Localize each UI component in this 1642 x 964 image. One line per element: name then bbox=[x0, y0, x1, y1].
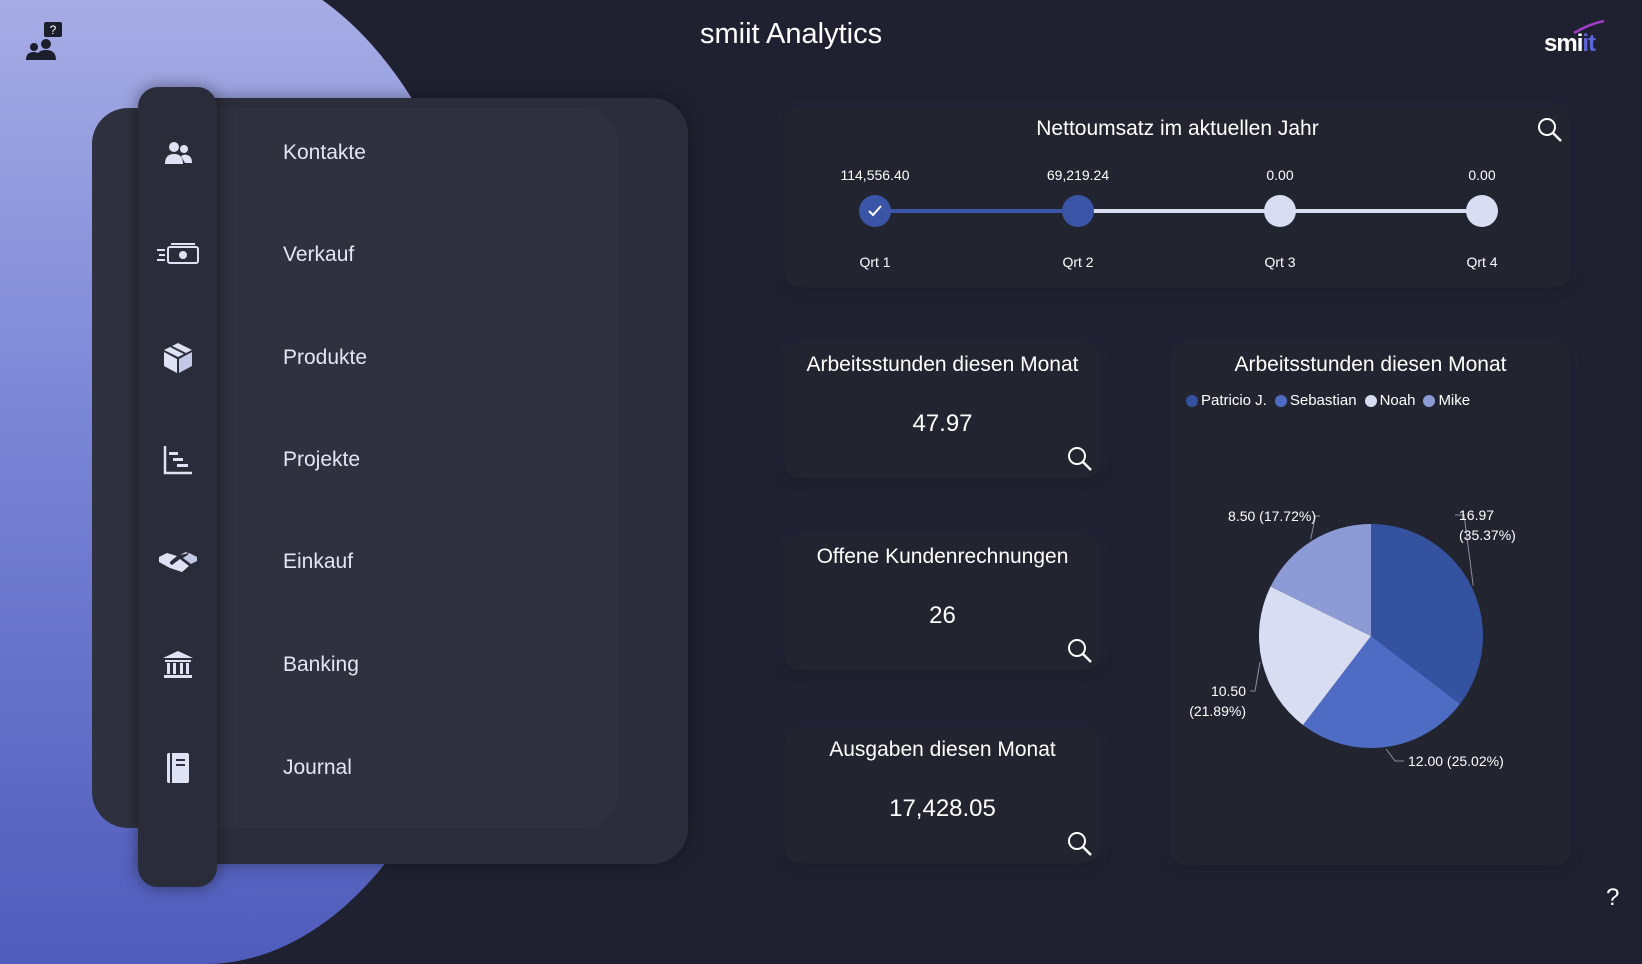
sidebar-item-produkte[interactable]: Produkte bbox=[138, 318, 618, 398]
legend-dot bbox=[1186, 394, 1198, 407]
search-icon[interactable] bbox=[1067, 446, 1093, 476]
sidebar-item-kontakte[interactable]: Kontakte bbox=[138, 113, 618, 193]
kpi-title: Offene Kundenrechnungen bbox=[816, 545, 1069, 568]
smiit-logo: smiit bbox=[1544, 20, 1614, 62]
pie-chart: 16.97 (35.37%) 12.00 (25.02%) 10.50 (21.89%)… bbox=[1189, 507, 1516, 769]
kpi-title: Arbeitsstunden diesen Monat bbox=[806, 353, 1079, 376]
sidebar-item-label: Banking bbox=[283, 653, 359, 676]
legend-dot bbox=[1364, 394, 1377, 407]
legend-dot bbox=[1274, 394, 1287, 407]
kpi-value: 26 bbox=[929, 602, 956, 629]
sidebar-item-banking[interactable]: Banking bbox=[138, 625, 618, 705]
quarter-value: 0.00 bbox=[1266, 167, 1294, 183]
money-icon bbox=[138, 242, 217, 268]
sidebar-item-label: Verkauf bbox=[283, 243, 355, 266]
legend-item[interactable]: Noah bbox=[1364, 392, 1415, 409]
pie-legend: Patricio J. Sebastian Noah Mike bbox=[1186, 392, 1470, 409]
user-help-icon[interactable]: ? bbox=[26, 20, 66, 66]
legend-item[interactable]: Patricio J. bbox=[1186, 392, 1267, 409]
quarter-label: Qrt 4 bbox=[1466, 254, 1498, 270]
quarter-label: Qrt 2 bbox=[1062, 254, 1094, 270]
quarter-step-pending[interactable] bbox=[1263, 194, 1297, 228]
quarter-step-completed[interactable] bbox=[858, 194, 892, 228]
quarter-value: 114,556.40 bbox=[840, 167, 910, 183]
legend-item[interactable]: Sebastian bbox=[1274, 392, 1357, 409]
pie-title: Arbeitsstunden diesen Monat bbox=[1234, 353, 1507, 376]
quarter-value: 0.00 bbox=[1468, 167, 1496, 183]
legend-item[interactable]: Mike bbox=[1423, 392, 1470, 409]
kpi-title: Ausgaben diesen Monat bbox=[829, 738, 1056, 761]
pie-data-label: 12.00 (25.02%) bbox=[1408, 753, 1504, 769]
sidebar-item-projekte[interactable]: Projekte bbox=[138, 420, 618, 500]
help-button[interactable]: ? bbox=[1606, 884, 1619, 912]
gantt-icon bbox=[138, 444, 217, 476]
page-title: smiit Analytics bbox=[700, 18, 883, 50]
pie-data-label: 16.97 (35.37%) bbox=[1459, 507, 1516, 543]
search-icon[interactable] bbox=[1067, 831, 1093, 861]
quarter-step-pending[interactable] bbox=[1465, 194, 1499, 228]
pie-data-label: 8.50 (17.72%) bbox=[1228, 508, 1316, 524]
search-icon[interactable] bbox=[1067, 638, 1093, 668]
kpi-card-expenses: Ausgaben diesen Monat 17,428.05 bbox=[785, 728, 1100, 863]
sidebar-item-einkauf[interactable]: Einkauf bbox=[138, 522, 618, 602]
revenue-card: Nettoumsatz im aktuellen Jahr 114,556.40… bbox=[785, 107, 1570, 287]
kpi-value: 47.97 bbox=[912, 410, 973, 437]
kpi-card-invoices: Offene Kundenrechnungen 26 bbox=[785, 535, 1100, 670]
bank-icon bbox=[138, 650, 217, 680]
pie-leader-line bbox=[1385, 748, 1404, 762]
pie-data-label: 10.50 (21.89%) bbox=[1189, 683, 1246, 719]
handshake-icon bbox=[138, 548, 217, 576]
sidebar-item-label: Einkauf bbox=[283, 550, 354, 573]
quarter-value: 69,219.24 bbox=[1046, 167, 1110, 183]
journal-icon bbox=[138, 751, 217, 785]
svg-text:?: ? bbox=[50, 23, 57, 37]
quarter-label: Qrt 1 bbox=[859, 254, 891, 270]
box-icon bbox=[138, 341, 217, 375]
quarter-step-current[interactable] bbox=[1061, 194, 1095, 228]
sidebar-item-label: Kontakte bbox=[283, 141, 366, 164]
kpi-card-hours: Arbeitsstunden diesen Monat 47.97 bbox=[785, 343, 1100, 478]
pie-leader-line bbox=[1250, 661, 1261, 692]
sidebar-item-verkauf[interactable]: Verkauf bbox=[138, 215, 618, 295]
sidebar-item-label: Journal bbox=[283, 756, 352, 779]
legend-dot bbox=[1423, 394, 1436, 407]
quarter-label: Qrt 3 bbox=[1264, 254, 1296, 270]
kpi-value: 17,428.05 bbox=[889, 795, 996, 822]
sidebar-item-label: Projekte bbox=[283, 448, 361, 471]
sidebar-item-journal[interactable]: Journal bbox=[138, 728, 618, 808]
contacts-icon bbox=[138, 138, 217, 168]
sidebar-item-label: Produkte bbox=[283, 346, 368, 369]
